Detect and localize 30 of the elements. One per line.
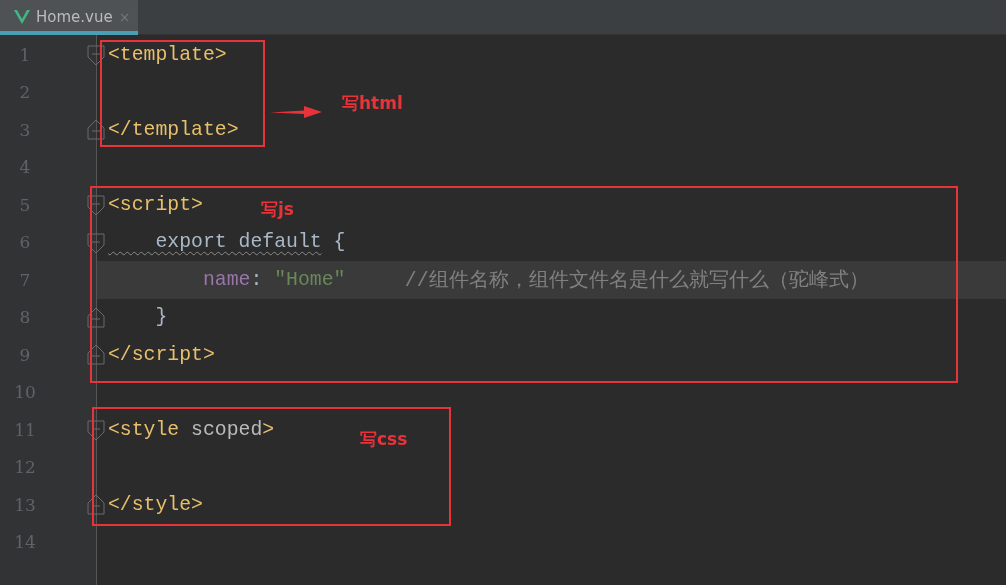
code-token: export default <box>154 231 322 254</box>
code-token: > <box>262 418 275 441</box>
file-tab[interactable]: Home.vue × <box>0 0 139 35</box>
code-token: } <box>154 306 168 329</box>
tab-label: Home.vue <box>36 8 113 26</box>
annotation-label: 写css <box>360 428 408 451</box>
code-token: </template> <box>108 118 239 141</box>
code-token: <template> <box>108 43 227 66</box>
code-token: { <box>332 231 346 254</box>
fold-icon[interactable] <box>87 45 105 65</box>
code-token: </style> <box>108 493 203 516</box>
code-token: "Home" <box>274 268 346 291</box>
fold-icon[interactable] <box>87 345 105 365</box>
fold-icon[interactable] <box>87 232 105 253</box>
code-token: <style <box>108 418 180 441</box>
annotation-label: 写js <box>261 198 294 221</box>
annotation-label: 写html <box>342 92 403 115</box>
code-token: //组件名称，组件文件名是什么就写什么（驼峰式） <box>403 268 869 294</box>
vue-logo-icon <box>14 10 30 24</box>
fold-icon[interactable] <box>87 120 105 140</box>
code-token: </script> <box>108 343 215 366</box>
fold-icon[interactable] <box>87 495 105 515</box>
code-token: name <box>201 268 251 291</box>
fold-icon[interactable] <box>87 420 105 440</box>
fold-icon[interactable] <box>87 195 105 215</box>
arrow-icon <box>270 105 322 119</box>
code-token: scoped <box>190 418 263 441</box>
code-token: <script> <box>108 193 203 216</box>
fold-icon[interactable] <box>87 307 105 328</box>
code-token: : <box>250 268 264 291</box>
